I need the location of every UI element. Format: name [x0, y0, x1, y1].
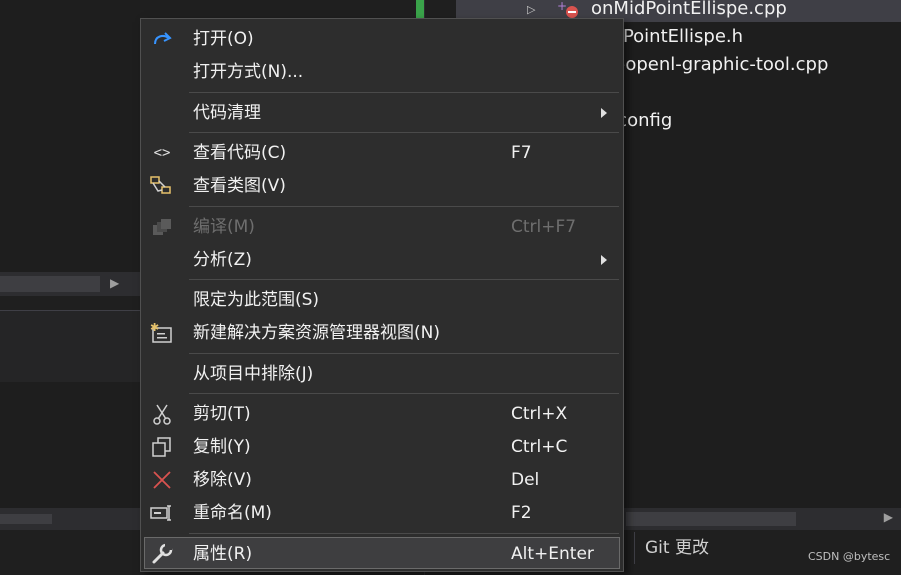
tree-item-label: ple-openl-graphic-tool.cpp: [591, 54, 829, 75]
menu-item-compile: 编译(M) Ctrl+F7: [145, 211, 619, 243]
submenu-arrow-icon: [601, 255, 607, 265]
menu-separator: [189, 279, 619, 280]
menu-item-code-cleanup[interactable]: 代码清理: [145, 97, 619, 129]
output-panel: [0, 310, 140, 383]
menu-item-view-class-diagram[interactable]: 查看类图(V): [145, 170, 619, 202]
remove-x-icon: [150, 468, 174, 492]
context-menu: 打开(O) 打开方式(N)... 代码清理 <> 查看代码(C) F7 查看类图…: [140, 18, 624, 572]
footer-area: [0, 530, 140, 575]
menu-item-label: 复制(Y): [193, 437, 251, 457]
menu-item-label: 查看代码(C): [193, 143, 287, 163]
menu-separator: [189, 92, 619, 93]
menu-separator: [189, 533, 619, 534]
menu-item-label: 打开方式(N)...: [193, 62, 304, 82]
change-indicator: [416, 0, 424, 18]
menu-item-label: 剪切(T): [193, 404, 251, 424]
menu-item-label: 新建解决方案资源管理器视图(N): [193, 323, 440, 343]
code-brackets-icon: <>: [153, 145, 171, 161]
menu-item-cut[interactable]: 剪切(T) Ctrl+X: [145, 398, 619, 430]
menu-item-remove[interactable]: 移除(V) Del: [145, 464, 619, 496]
scrollbar-thumb[interactable]: [626, 512, 796, 526]
new-view-icon: ✱: [150, 321, 174, 345]
menu-item-label: 限定为此范围(S): [193, 290, 320, 310]
wrench-icon: [150, 542, 174, 566]
menu-item-view-code[interactable]: <> 查看代码(C) F7: [145, 137, 619, 169]
menu-item-label: 从项目中排除(J): [193, 364, 314, 384]
rename-icon: [150, 501, 174, 525]
scrollbar-thumb[interactable]: [0, 514, 52, 524]
submenu-arrow-icon: [601, 108, 607, 118]
menu-item-shortcut: Ctrl+C: [511, 437, 568, 457]
watermark: CSDN @bytesc: [808, 550, 891, 563]
editor-horizontal-scrollbar[interactable]: ▶: [0, 272, 140, 296]
scissors-icon: [150, 402, 174, 426]
redo-arrow-icon: [150, 27, 174, 51]
panel-divider: [0, 296, 140, 308]
menu-item-new-solution-view[interactable]: ✱ 新建解决方案资源管理器视图(N): [145, 317, 619, 349]
compile-icon: [150, 215, 174, 239]
menu-item-shortcut: Ctrl+X: [511, 404, 568, 424]
tab-git-changes[interactable]: Git 更改: [634, 532, 745, 564]
menu-item-label: 移除(V): [193, 470, 252, 490]
bottom-panel: [0, 382, 140, 508]
menu-item-label: 分析(Z): [193, 250, 252, 270]
menu-item-label: 编译(M): [193, 217, 255, 237]
scrollbar-thumb[interactable]: [0, 276, 100, 292]
menu-item-shortcut: Del: [511, 470, 540, 490]
menu-separator: [189, 206, 619, 207]
class-diagram-icon: [150, 174, 174, 198]
menu-item-label: 重命名(M): [193, 503, 272, 523]
menu-item-properties[interactable]: 属性(R) Alt+Enter: [144, 537, 620, 569]
menu-item-label: 属性(R): [193, 544, 253, 564]
menu-item-shortcut: F7: [511, 143, 532, 163]
menu-item-analyze[interactable]: 分析(Z): [145, 244, 619, 276]
scroll-right-arrow-icon[interactable]: ▶: [884, 510, 893, 524]
menu-item-shortcut: F2: [511, 503, 532, 523]
menu-separator: [189, 393, 619, 394]
menu-separator: [189, 132, 619, 133]
menu-item-open-with[interactable]: 打开方式(N)...: [145, 56, 619, 88]
menu-item-scope-to-this[interactable]: 限定为此范围(S): [145, 284, 619, 316]
menu-item-shortcut: Alt+Enter: [511, 544, 594, 564]
menu-separator: [189, 353, 619, 354]
editor-area: [0, 0, 140, 272]
menu-item-rename[interactable]: 重命名(M) F2: [145, 497, 619, 529]
menu-item-exclude-from-project[interactable]: 从项目中排除(J): [145, 358, 619, 390]
cpp-file-icon: +: [557, 0, 579, 19]
menu-item-open[interactable]: 打开(O): [145, 23, 619, 55]
copy-icon: [150, 435, 174, 459]
menu-item-shortcut: Ctrl+F7: [511, 217, 577, 237]
svg-text:✱: ✱: [150, 322, 159, 334]
menu-item-label: 查看类图(V): [193, 176, 286, 196]
bottom-horizontal-scrollbar[interactable]: [0, 508, 140, 530]
menu-item-label: 打开(O): [193, 29, 254, 49]
scroll-right-arrow-icon[interactable]: ▶: [110, 276, 119, 290]
menu-item-label: 代码清理: [193, 103, 261, 123]
svg-text:+: +: [557, 0, 567, 13]
menu-item-copy[interactable]: 复制(Y) Ctrl+C: [145, 431, 619, 463]
